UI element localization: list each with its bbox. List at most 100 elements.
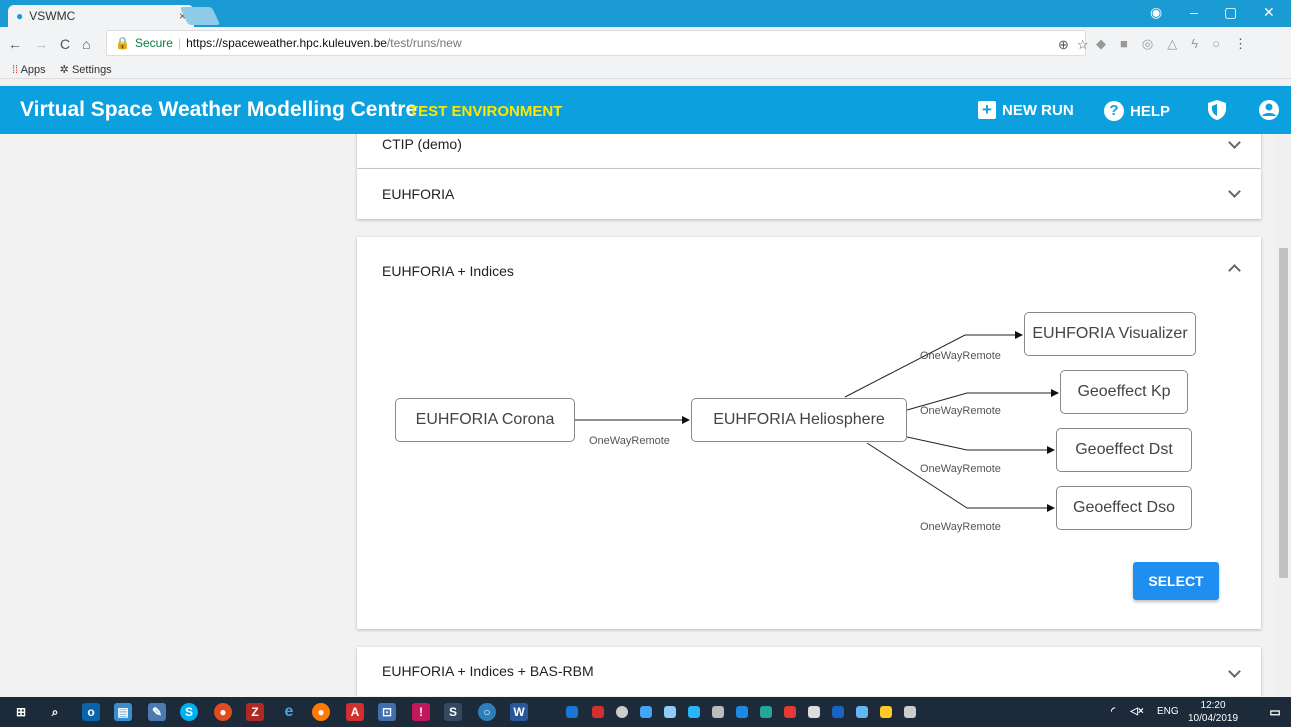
internet-explorer-icon[interactable]: e [280, 703, 298, 721]
bookmark-star-icon[interactable]: ☆ [1077, 37, 1089, 53]
node-euhforia-heliosphere[interactable]: EUHFORIA Heliosphere [691, 398, 907, 442]
close-window-icon[interactable]: ✕ [1263, 4, 1275, 21]
url-host: https://spaceweather.hpc.kuleuven.be [186, 36, 387, 50]
chevron-down-icon[interactable] [1228, 136, 1241, 149]
outlook-icon[interactable]: o [82, 703, 100, 721]
app-title[interactable]: Virtual Space Weather Modelling Centre [20, 98, 417, 122]
extension-icon[interactable]: △ [1167, 36, 1177, 52]
app-icon[interactable]: ✎ [148, 703, 166, 721]
tray-icon[interactable] [760, 706, 772, 718]
node-euhforia-corona[interactable]: EUHFORIA Corona [395, 398, 575, 442]
maximize-icon[interactable]: ▢ [1224, 4, 1237, 21]
panel-title: EUHFORIA [382, 186, 455, 202]
panel-ctip[interactable]: CTIP (demo) [357, 134, 1261, 168]
home-icon[interactable]: ⌂ [82, 36, 90, 52]
filezilla-icon[interactable]: Z [246, 703, 264, 721]
edge-label: OneWayRemote [920, 405, 1001, 417]
tray-icon[interactable] [688, 706, 700, 718]
skype-icon[interactable]: S [180, 703, 198, 721]
edge-helio-dst [906, 436, 1055, 454]
new-run-label: NEW RUN [1002, 101, 1074, 119]
app-icon[interactable]: ! [412, 703, 430, 721]
minimize-icon[interactable]: – [1190, 4, 1198, 20]
input-language[interactable]: ENG [1157, 706, 1179, 717]
edge-label: OneWayRemote [589, 435, 670, 447]
chrome-icon[interactable]: ● [214, 703, 232, 721]
extension-icon[interactable]: ϟ [1191, 36, 1198, 52]
apps-grid-icon: ⁞⁞ [12, 63, 19, 76]
tray-icon[interactable] [904, 706, 916, 718]
address-bar-row: ← → C ⌂ 🔒 Secure | https://spaceweather.… [0, 27, 1291, 61]
word-icon[interactable]: W [510, 703, 528, 721]
acrobat-icon[interactable]: A [346, 703, 364, 721]
notifications-icon[interactable]: ▭ [1266, 703, 1284, 721]
volume-icon[interactable]: ◁× [1130, 705, 1144, 719]
node-euhforia-visualizer[interactable]: EUHFORIA Visualizer [1024, 312, 1196, 356]
tray-icon[interactable] [856, 706, 868, 718]
app-icon[interactable]: S [444, 703, 462, 721]
extension-icon[interactable]: ■ [1120, 36, 1128, 52]
tray-icon[interactable] [880, 706, 892, 718]
panel-title: CTIP (demo) [382, 136, 462, 152]
new-run-button[interactable]: + NEW RUN [978, 101, 1074, 119]
tray-icon[interactable] [712, 706, 724, 718]
select-button[interactable]: SELECT [1133, 562, 1219, 600]
account-button[interactable] [1258, 99, 1280, 121]
help-button[interactable]: ? HELP [1104, 101, 1170, 121]
admin-button[interactable] [1207, 99, 1227, 121]
tray-icon[interactable] [566, 706, 578, 718]
wifi-icon[interactable]: ◜ [1106, 705, 1120, 719]
tray-icon[interactable] [640, 706, 652, 718]
firefox-icon[interactable]: ● [312, 703, 330, 721]
app-icon[interactable]: ○ [478, 703, 496, 721]
extension-icon[interactable]: ◎ [1142, 36, 1153, 52]
tray-icon[interactable] [808, 706, 820, 718]
clock-date: 10/04/2019 [1188, 713, 1239, 724]
tray-icon[interactable] [784, 706, 796, 718]
extension-icon[interactable]: ○ [1212, 36, 1220, 52]
node-geoeffect-dso[interactable]: Geoeffect Dso [1056, 486, 1192, 530]
windows-start-icon[interactable]: ⊞ [12, 703, 30, 721]
browser-tab[interactable]: ● VSWMC × [8, 5, 194, 27]
edge-label: OneWayRemote [920, 521, 1001, 533]
search-icon[interactable]: ⌕ [46, 703, 64, 721]
back-icon[interactable]: ← [8, 36, 22, 52]
bookmarks-bar: ⁞⁞ Apps ✲ Settings [0, 61, 1291, 79]
taskbar: ⊞ ⌕ o ▤ ✎ S ● Z e ● A ⊡ ! S ○ W ◜ ◁× ENG… [0, 697, 1291, 727]
zoom-icon[interactable]: ⊕ [1058, 37, 1069, 53]
node-geoeffect-dst[interactable]: Geoeffect Dst [1056, 428, 1192, 472]
url-input[interactable]: 🔒 Secure | https://spaceweather.hpc.kule… [106, 30, 1086, 56]
tray-icon[interactable] [736, 706, 748, 718]
node-geoeffect-kp[interactable]: Geoeffect Kp [1060, 370, 1188, 414]
tab-title: VSWMC [29, 9, 76, 23]
panel-title: EUHFORIA + Indices + BAS-RBM [382, 663, 594, 679]
forward-icon[interactable]: → [34, 36, 48, 52]
extension-icon[interactable]: ◆ [1096, 36, 1106, 52]
plus-icon: + [978, 101, 996, 119]
bookmark-settings[interactable]: ✲ Settings [60, 63, 112, 76]
bookmark-apps[interactable]: ⁞⁞ Apps [12, 64, 46, 76]
chrome-menu-icon[interactable]: ⋮ [1234, 36, 1247, 52]
clock[interactable]: 12:20 10/04/2019 [1188, 699, 1238, 725]
tray-icon[interactable] [832, 706, 844, 718]
site-favicon-icon: ● [16, 9, 24, 23]
chevron-down-icon[interactable] [1228, 185, 1241, 198]
network-icon[interactable]: ⊡ [378, 703, 396, 721]
file-explorer-icon[interactable]: ▤ [114, 703, 132, 721]
environment-badge: TEST ENVIRONMENT [409, 103, 563, 120]
tray-icon[interactable] [616, 706, 628, 718]
profile-icon[interactable]: ◉ [1150, 4, 1162, 21]
browser-tab-strip: ● VSWMC × ◉ – ▢ ✕ [0, 0, 1291, 27]
tray-icon[interactable] [592, 706, 604, 718]
url-divider: | [177, 36, 182, 50]
user-icon [1259, 100, 1279, 120]
secure-label: Secure [134, 36, 173, 50]
tray-icon[interactable] [664, 706, 676, 718]
page-scrollbar[interactable] [1275, 134, 1291, 696]
scrollbar-thumb[interactable] [1279, 248, 1288, 578]
chevron-down-icon[interactable] [1228, 665, 1241, 678]
url-path: /test/runs/new [386, 36, 462, 50]
panel-euhforia[interactable]: EUHFORIA [357, 169, 1261, 219]
panel-euhforia-indices-bas-rbm[interactable]: EUHFORIA + Indices + BAS-RBM [357, 647, 1261, 696]
reload-icon[interactable]: C [60, 36, 70, 52]
